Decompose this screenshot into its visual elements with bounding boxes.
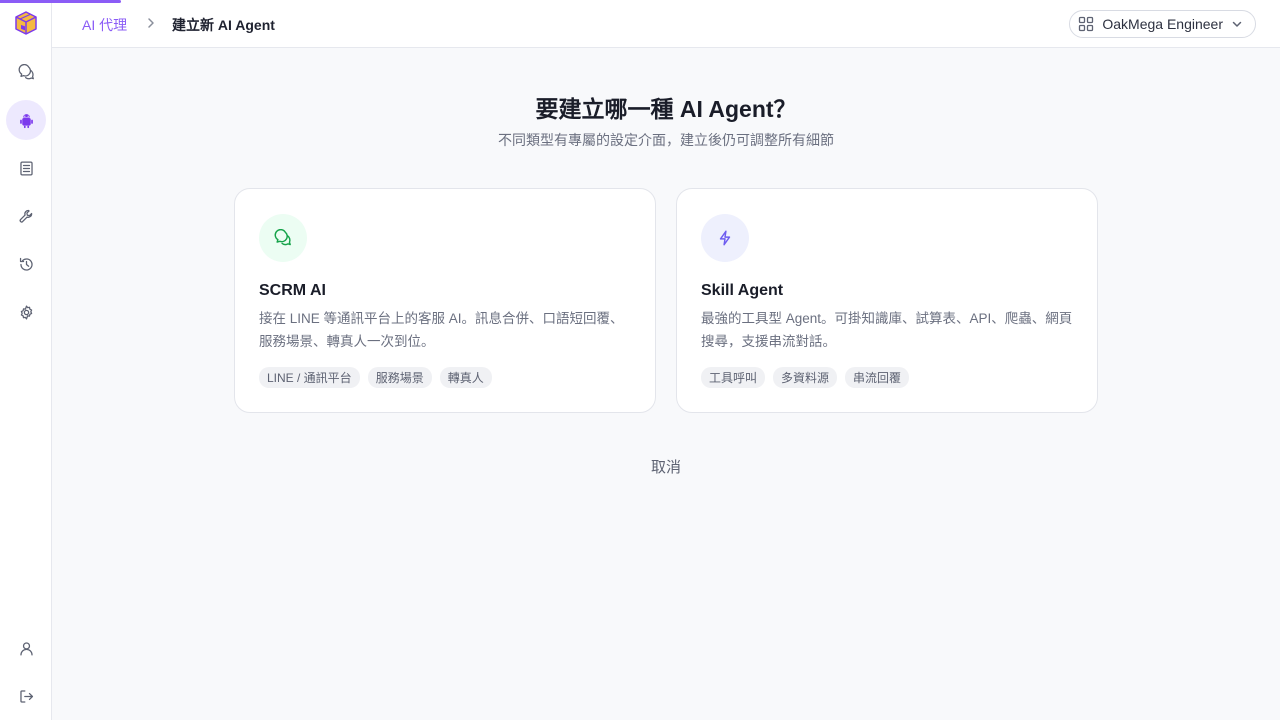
tag: LINE / 通訊平台	[259, 367, 360, 388]
tag: 工具呼叫	[701, 367, 766, 388]
sidebar-item-documents[interactable]	[6, 148, 46, 188]
cancel-button[interactable]: 取消	[626, 456, 706, 480]
workspace-selector[interactable]: OakMega Engineer	[1069, 10, 1256, 38]
sidebar-item-chat[interactable]	[6, 52, 46, 92]
sidebar	[0, 0, 52, 720]
loading-progress-bar	[0, 0, 121, 3]
logout-icon	[19, 689, 33, 703]
agent-type-card-scrm[interactable]: SCRM AI 接在 LINE 等通訊平台上的客服 AI。訊息合併、口語短回覆、…	[234, 188, 656, 413]
robot-icon	[19, 113, 33, 128]
gear-icon	[20, 304, 32, 320]
card-title: SCRM AI	[259, 282, 326, 299]
breadcrumb-current: 建立新 AI Agent	[172, 17, 275, 33]
card-tags: LINE / 通訊平台 服務場景 轉真人	[259, 367, 492, 388]
history-icon	[19, 257, 33, 271]
app-logo[interactable]	[13, 10, 39, 36]
top-bar: AI 代理 建立新 AI Agent OakMega Engineer	[52, 0, 1280, 48]
sidebar-item-profile[interactable]	[6, 628, 46, 668]
user-icon	[19, 641, 33, 656]
agent-type-card-skill[interactable]: Skill Agent 最強的工具型 Agent。可掛知識庫、試算表、API、爬…	[676, 188, 1098, 413]
chevron-down-icon	[1232, 21, 1242, 27]
chat-icon	[274, 229, 291, 246]
chevron-right-icon	[148, 18, 154, 28]
card-title: Skill Agent	[701, 282, 784, 299]
tag: 轉真人	[439, 367, 492, 388]
card-description: 接在 LINE 等通訊平台上的客服 AI。訊息合併、口語短回覆、服務場景、轉真人…	[259, 311, 624, 349]
sidebar-item-logout[interactable]	[6, 676, 46, 716]
tag: 多資料源	[773, 367, 838, 388]
workspace-name: OakMega Engineer	[1102, 16, 1223, 32]
grid-icon	[1079, 16, 1094, 32]
sidebar-item-tools[interactable]	[6, 196, 46, 236]
tag: 串流回覆	[845, 367, 910, 388]
card-tags: 工具呼叫 多資料源 串流回覆	[701, 367, 910, 388]
tag: 服務場景	[367, 367, 432, 388]
card-icon-badge	[259, 214, 307, 262]
sidebar-item-ai-agents[interactable]	[6, 100, 46, 140]
wrench-icon	[19, 209, 32, 223]
lightning-icon	[719, 230, 731, 246]
breadcrumb-parent-link[interactable]: AI 代理	[82, 15, 127, 35]
chat-icon	[18, 63, 34, 79]
page-title: 要建立哪一種 AI Agent？	[535, 96, 797, 122]
card-description: 最強的工具型 Agent。可掛知識庫、試算表、API、爬蟲、網頁搜尋，支援串流對…	[701, 311, 1073, 349]
document-icon	[19, 160, 33, 176]
sidebar-item-history[interactable]	[6, 244, 46, 284]
card-icon-badge	[701, 214, 749, 262]
page-subtitle: 不同類型有專屬的設定介面，建立後仍可調整所有細節	[498, 132, 834, 148]
sidebar-item-settings[interactable]	[6, 292, 46, 332]
